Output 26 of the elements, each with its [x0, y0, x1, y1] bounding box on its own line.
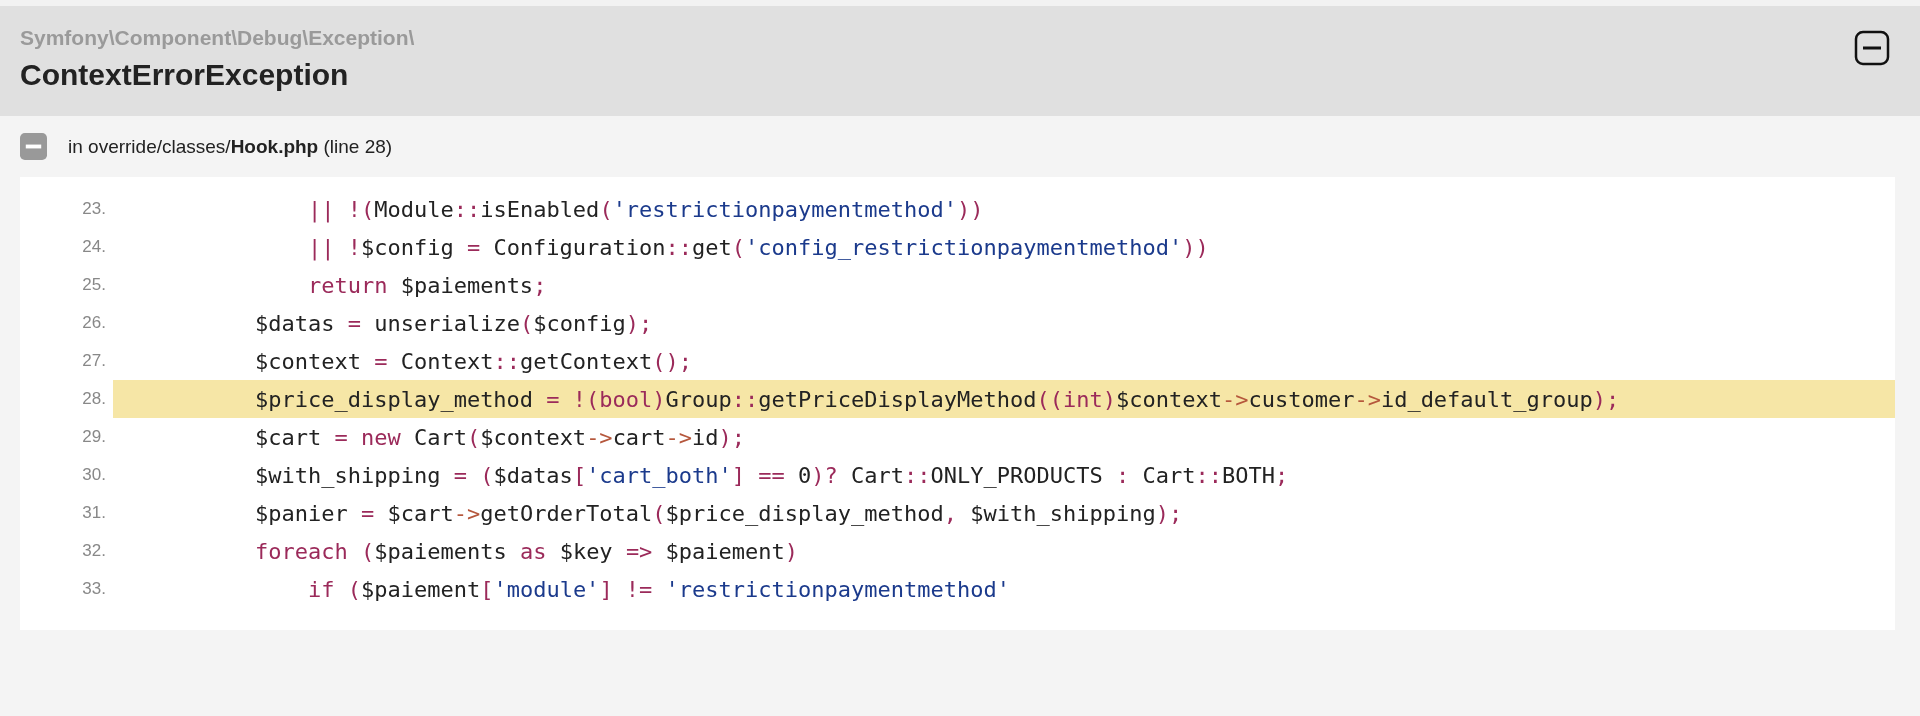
code-line: $cart = new Cart($context->cart->id);	[253, 424, 746, 450]
code-line: || !$config = Configuration::get('config_restrictionpaymentmethod'))	[306, 234, 1209, 260]
line-number: 30.	[81, 465, 107, 485]
code-line: $context = Context::getContext();	[253, 348, 693, 374]
line-number: 33.	[81, 579, 107, 599]
exception-title: ContextErrorException	[20, 58, 350, 92]
code-line: $panier = $cart->getOrderTotal($price_display_method, $with_shipping);	[253, 500, 1183, 526]
line-number: 23.	[81, 199, 107, 219]
line-number: 28.	[81, 389, 107, 409]
line-number: 29.	[81, 427, 107, 447]
line-number: 31.	[81, 503, 107, 523]
code-line: if ($paiement['module'] != 'restrictionpaymentmethod'	[306, 576, 1010, 602]
file-location: in override/classes/Hook.php (line 28)	[68, 135, 393, 158]
code-line: $datas = unserialize($config);	[253, 310, 653, 336]
line-number: 25.	[81, 275, 107, 295]
code-line: return $paiements;	[306, 272, 547, 298]
code-line: foreach ($paiements as $key => $paiement)	[253, 538, 799, 564]
collapse-icon[interactable]	[1854, 30, 1890, 66]
code-line: $price_display_method = !(bool)Group::getPriceDisplayMethod((int)$context->customer->id_default_group);	[253, 386, 1620, 412]
code-line: || !(Module::isEnabled('restrictionpaymentmethod'))	[306, 196, 984, 222]
code-line: $with_shipping = ($datas['cart_both'] == 0)? Cart::ONLY_PRODUCTS : Cart::BOTH;	[253, 462, 1289, 488]
line-number: 27.	[81, 351, 107, 371]
exception-namespace: Symfony\Component\Debug\Exception\	[20, 26, 415, 50]
line-number: 24.	[81, 237, 107, 257]
line-number: 32.	[81, 541, 107, 561]
line-number: 26.	[81, 313, 107, 333]
